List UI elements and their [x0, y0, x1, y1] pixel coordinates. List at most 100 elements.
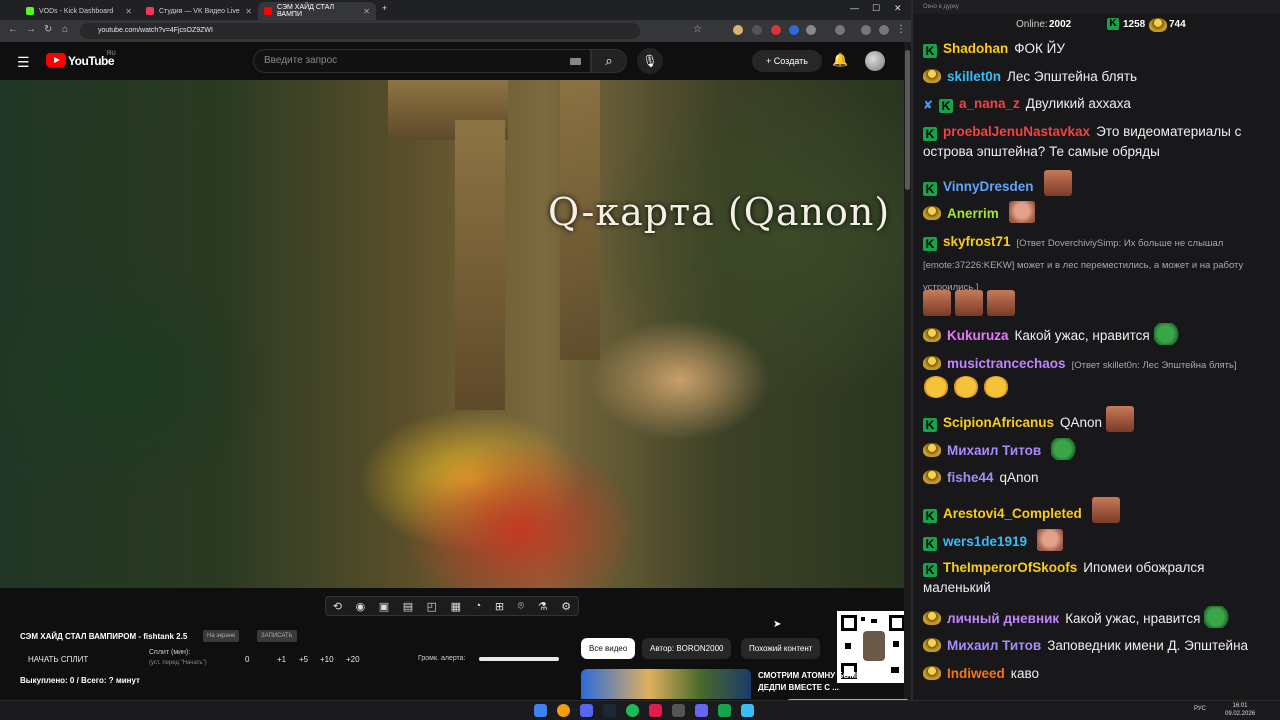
flask-icon[interactable]: ⚗	[538, 600, 548, 613]
chat-username[interactable]: Arestovi4_Completed	[943, 506, 1082, 521]
pepe-emote	[1051, 438, 1078, 460]
camera-icon[interactable]: ⌾	[518, 600, 525, 613]
pepe-icon	[923, 328, 941, 342]
vk-icon	[146, 7, 154, 15]
chat-text: qAnon	[999, 470, 1039, 485]
chip-related[interactable]: Похожий контент	[741, 638, 821, 659]
start-split-button[interactable]: НАЧАТЬ СПЛИТ	[28, 655, 88, 664]
alert-volume-slider[interactable]	[479, 657, 559, 661]
split-add-10-button[interactable]: +10	[320, 655, 334, 664]
chat-username[interactable]: ScipionAfricanus	[943, 415, 1054, 430]
chat-username[interactable]: musictrancechaos	[947, 356, 1066, 371]
chat-username[interactable]: Михаил Титов	[947, 638, 1041, 653]
extension-icon[interactable]	[771, 25, 781, 35]
add-icon[interactable]: ⊞	[495, 600, 504, 613]
app-icon[interactable]	[695, 704, 708, 717]
chat-message: Anerrim	[923, 201, 1273, 224]
start-icon[interactable]	[534, 704, 547, 717]
telegram-icon[interactable]	[741, 704, 754, 717]
extension-icon[interactable]	[752, 25, 762, 35]
pepe-icon	[923, 611, 941, 625]
close-icon[interactable]: ✕	[125, 7, 132, 16]
split-add-1-button[interactable]: +1	[277, 655, 286, 664]
settings-icon[interactable]	[879, 25, 889, 35]
profile-icon[interactable]	[861, 25, 871, 35]
chat-username[interactable]: Shadohan	[943, 41, 1008, 56]
maximize-icon[interactable]: ☐	[872, 3, 880, 14]
chat-username[interactable]: VinnyDresden	[943, 179, 1034, 194]
reload-icon[interactable]: ↻	[44, 24, 52, 35]
clapper-icon[interactable]: ▤	[403, 600, 413, 613]
chat-username[interactable]: skillet0n	[947, 69, 1001, 84]
pepe-icon	[923, 666, 941, 680]
notifications-bell-icon[interactable]: 🔔	[832, 52, 848, 68]
star-icon[interactable]: ☆	[693, 24, 702, 35]
chat-username[interactable]: wers1de1919	[943, 534, 1027, 549]
chat-username[interactable]: fishe44	[947, 470, 994, 485]
chat-username[interactable]: skyfrost71	[943, 234, 1011, 249]
status-badge[interactable]: На экране	[203, 630, 240, 642]
avatar[interactable]	[865, 51, 885, 71]
clock[interactable]: 16:01 09.02.2026	[1225, 702, 1255, 718]
new-tab-button[interactable]: +	[382, 3, 387, 13]
close-window-icon[interactable]: ✕	[894, 3, 902, 14]
extension-icon[interactable]	[806, 25, 816, 35]
close-icon[interactable]: ✕	[245, 7, 252, 16]
forward-icon[interactable]: →	[26, 24, 36, 35]
chat-username[interactable]: a_nana_z	[959, 96, 1020, 111]
home-icon[interactable]: ⌂	[62, 24, 68, 35]
chat-username[interactable]: Indiweed	[947, 666, 1005, 681]
tab-kick-dashboard[interactable]: VODs - Kick Dashboard ✕	[20, 2, 138, 20]
tab-youtube-video[interactable]: СЭМ ХАЙД СТАЛ ВАМПИ ✕	[258, 2, 376, 20]
chip-author[interactable]: Автор: BORON2000	[642, 638, 732, 659]
hamburger-menu-icon[interactable]: ☰	[17, 54, 30, 71]
keyboard-icon[interactable]	[570, 58, 581, 65]
chat-username[interactable]: TheImperorOfSkoofs	[943, 560, 1077, 575]
record-badge[interactable]: ЗАПИСАТЬ	[257, 630, 297, 642]
tab-vk-studio[interactable]: Студия — VK Видео Live ✕	[140, 2, 258, 20]
spotify-icon[interactable]	[626, 704, 639, 717]
recommended-title[interactable]: СМОТРИМ АТОМНУ БОМБУ ДЕДПИ ВМЕСТЕ С ...	[758, 670, 878, 694]
obs-icon[interactable]	[649, 704, 662, 717]
discord-icon[interactable]	[580, 704, 593, 717]
extension-icon[interactable]	[733, 25, 743, 35]
minimize-icon[interactable]: —	[850, 3, 859, 13]
split-add-20-button[interactable]: +20	[346, 655, 360, 664]
chip-all-videos[interactable]: Все видео	[581, 638, 636, 659]
create-button[interactable]: + Создать	[752, 50, 822, 72]
chat-username[interactable]: proebalJenuNastavkax	[943, 124, 1090, 139]
language-indicator[interactable]: РУС	[1194, 706, 1206, 712]
chat-username[interactable]: Kukuruza	[947, 328, 1009, 343]
screenshot-icon[interactable]: ▣	[379, 600, 389, 613]
url-field[interactable]: youtube.com/watch?v=4FjcsOZ9ZWI	[80, 23, 640, 39]
menu-dots-icon[interactable]: ⋮	[896, 24, 906, 35]
recommended-thumbnail[interactable]	[581, 669, 751, 699]
app-icon[interactable]	[718, 704, 731, 717]
youtube-logo-icon[interactable]	[46, 53, 66, 67]
chat-username[interactable]: личный дневник	[947, 611, 1059, 626]
voice-search-button[interactable]: 🎙	[637, 48, 663, 74]
chrome-icon[interactable]	[557, 704, 570, 717]
search-button[interactable]: ⌕	[591, 49, 627, 73]
extension-icon[interactable]	[789, 25, 799, 35]
close-icon[interactable]: ✕	[363, 7, 370, 16]
scrollbar-thumb[interactable]	[905, 50, 910, 190]
chat-username[interactable]: Михаил Титов	[947, 443, 1041, 458]
speed-icon[interactable]: ◔	[475, 600, 482, 612]
download-icon[interactable]	[835, 25, 845, 35]
pip-icon[interactable]: ◰	[427, 600, 437, 613]
gear-icon[interactable]: ⚙	[561, 600, 571, 613]
back-icon[interactable]: ←	[8, 24, 18, 35]
audio-icon[interactable]: ◉	[356, 600, 366, 613]
steam-icon[interactable]	[603, 704, 616, 717]
search-input[interactable]: Введите запрос	[253, 49, 591, 73]
chat-message: musictrancechaos [Ответ skillet0n: Лес Эп…	[923, 354, 1273, 376]
kick-icon: K	[923, 44, 937, 58]
loop-icon[interactable]: ⟲	[333, 600, 342, 613]
split-add-5-button[interactable]: +5	[299, 655, 308, 664]
captions-icon[interactable]: ▦	[451, 600, 461, 613]
chat-username[interactable]: Anerrim	[947, 206, 999, 221]
app-icon[interactable]	[672, 704, 685, 717]
chat-reply: [Ответ skillet0n: Лес Эпштейна блять]	[1071, 360, 1237, 371]
video-player[interactable]: Q-карта (Qanon)	[0, 80, 904, 588]
